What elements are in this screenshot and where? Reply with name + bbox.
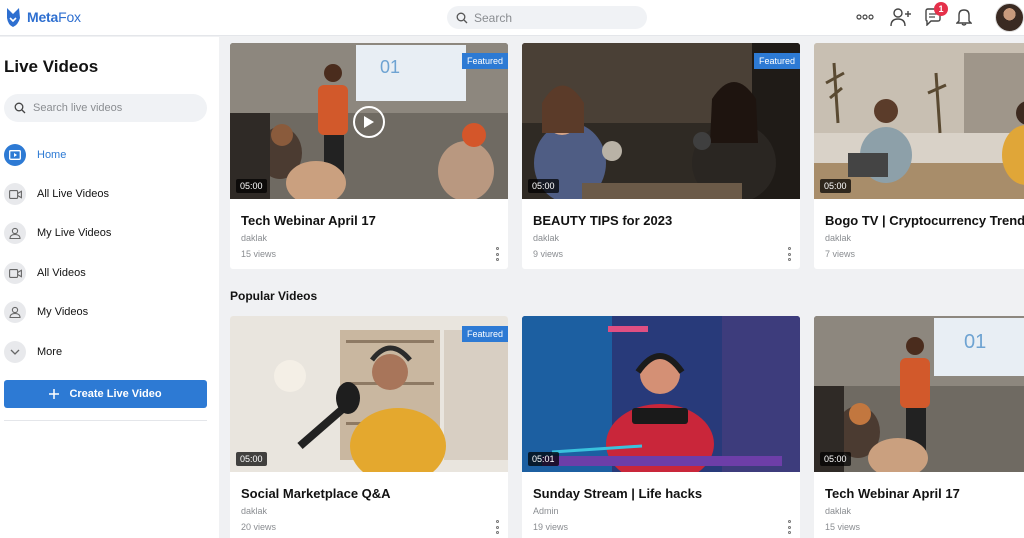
play-button-icon[interactable] — [353, 106, 385, 138]
more-options-icon[interactable] — [493, 247, 501, 261]
sidebar-item-my-videos[interactable]: My Videos — [4, 298, 207, 326]
sidebar-item-my-live-videos[interactable]: My Live Videos — [4, 219, 207, 247]
user-avatar[interactable] — [995, 3, 1024, 32]
video-thumbnail[interactable]: 05:01 — [522, 316, 800, 472]
video-duration: 05:00 — [528, 179, 559, 193]
video-title[interactable]: Sunday Stream | Life hacks — [533, 486, 702, 501]
page-title: Live Videos — [4, 57, 99, 76]
sidebar-item-more[interactable]: More — [4, 338, 207, 366]
user-icon — [4, 222, 26, 244]
video-author[interactable]: daklak — [241, 233, 267, 243]
more-options-icon[interactable] — [493, 520, 501, 534]
video-thumbnail[interactable]: 05:00 Featured — [230, 316, 508, 472]
video-views: 20 views — [241, 522, 277, 532]
notification-count-badge: 1 — [934, 2, 948, 16]
video-views: 7 views — [825, 249, 856, 259]
search-icon — [456, 12, 468, 23]
sidebar-item-all-live-videos[interactable]: All Live Videos — [4, 180, 207, 208]
popular-videos-heading: Popular Videos — [230, 289, 318, 303]
sidebar-item-all-videos[interactable]: All Videos — [4, 259, 207, 287]
video-title[interactable]: Social Marketplace Q&A — [241, 486, 391, 501]
video-camera-icon — [4, 183, 26, 205]
video-author[interactable]: daklak — [825, 506, 851, 516]
featured-badge: Featured — [461, 53, 508, 69]
global-search[interactable] — [447, 6, 647, 29]
add-friend-icon[interactable] — [890, 6, 912, 28]
more-options-icon[interactable] — [785, 247, 793, 261]
global-search-input[interactable] — [474, 10, 634, 25]
sidebar-item-label: My Videos — [37, 306, 89, 318]
featured-badge: Featured — [753, 53, 800, 69]
divider — [4, 420, 207, 421]
live-screen-icon — [4, 144, 26, 166]
create-live-video-label: Create Live Video — [69, 388, 162, 400]
video-thumbnail[interactable]: 01 05:00 Featured — [230, 43, 508, 199]
video-views: 15 views — [825, 522, 861, 532]
sidebar: Live Videos Home All Live Videos My Live… — [0, 37, 219, 538]
top-header: MetaFox 1 — [0, 0, 1024, 36]
search-icon — [14, 102, 26, 114]
create-live-video-button[interactable]: Create Live Video — [4, 380, 207, 408]
video-thumbnail[interactable]: 01 05:00 — [814, 316, 1024, 472]
video-author[interactable]: daklak — [241, 506, 267, 516]
video-title[interactable]: Tech Webinar April 17 — [825, 486, 960, 501]
video-card[interactable]: 01 05:00 Featured Tech Webinar April 17 … — [230, 43, 508, 269]
brand-logo[interactable]: MetaFox — [4, 6, 81, 28]
video-duration: 05:01 — [528, 452, 559, 466]
video-author[interactable]: Admin — [533, 506, 559, 516]
video-author[interactable]: daklak — [533, 233, 559, 243]
video-card[interactable]: 05:00 Featured Social Marketplace Q&A da… — [230, 316, 508, 538]
brand-name: MetaFox — [27, 9, 81, 25]
chevron-down-icon — [4, 341, 26, 363]
featured-badge: Featured — [461, 326, 508, 342]
video-thumbnail[interactable]: 05:00 Featured — [522, 43, 800, 199]
video-title[interactable]: Bogo TV | Cryptocurrency Trends — [825, 213, 1024, 228]
video-card[interactable]: 05:01 Sunday Stream | Life hacks Admin 1… — [522, 316, 800, 538]
svg-text:01: 01 — [964, 331, 986, 353]
plus-icon — [49, 389, 60, 399]
video-views: 19 views — [533, 522, 569, 532]
sidebar-item-label: Home — [37, 149, 67, 161]
live-video-search[interactable] — [4, 94, 207, 122]
main-content: 01 05:00 Featured Tech Webinar April 17 … — [219, 37, 1024, 538]
video-duration: 05:00 — [236, 452, 267, 466]
live-video-search-input[interactable] — [33, 102, 193, 114]
more-menu-icon[interactable] — [854, 6, 876, 28]
user-icon — [4, 301, 26, 323]
sidebar-item-label: All Live Videos — [37, 188, 109, 200]
video-camera-icon — [4, 262, 26, 284]
more-options-icon[interactable] — [785, 520, 793, 534]
sidebar-item-label: My Live Videos — [37, 227, 112, 239]
video-title[interactable]: Tech Webinar April 17 — [241, 213, 376, 228]
video-duration: 05:00 — [236, 179, 267, 193]
svg-text:01: 01 — [380, 57, 400, 77]
fox-logo-icon — [7, 8, 20, 27]
sidebar-item-home[interactable]: Home — [4, 141, 207, 169]
video-card[interactable]: 01 05:00 Tech Webinar April 17 daklak 15… — [814, 316, 1024, 538]
video-thumbnail[interactable]: 05:00 — [814, 43, 1024, 199]
video-views: 15 views — [241, 249, 277, 259]
video-duration: 05:00 — [820, 179, 851, 193]
video-author[interactable]: daklak — [825, 233, 851, 243]
bell-icon[interactable] — [953, 6, 975, 28]
video-card[interactable]: 05:00 Bogo TV | Cryptocurrency Trends da… — [814, 43, 1024, 269]
video-title[interactable]: BEAUTY TIPS for 2023 — [533, 213, 672, 228]
video-views: 9 views — [533, 249, 564, 259]
sidebar-item-label: More — [37, 346, 63, 358]
video-duration: 05:00 — [820, 452, 851, 466]
video-card[interactable]: 05:00 Featured BEAUTY TIPS for 2023 dakl… — [522, 43, 800, 269]
sidebar-item-label: All Videos — [37, 267, 86, 279]
